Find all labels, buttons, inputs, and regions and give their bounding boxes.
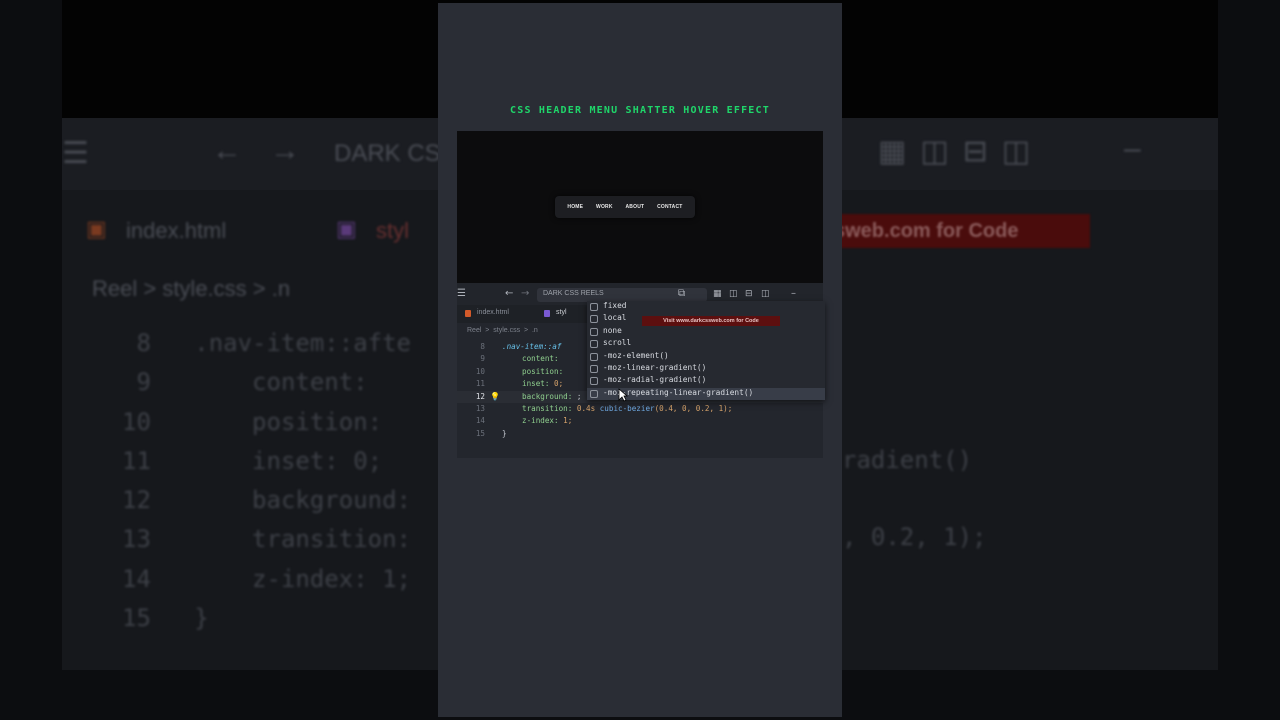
value-icon	[590, 327, 598, 336]
autocomplete-label: none	[603, 325, 622, 335]
tab-style-css[interactable]: styl	[556, 309, 567, 316]
value-icon	[590, 315, 598, 324]
autocomplete-label: -moz-element()	[603, 350, 669, 360]
backdrop-search: DARK CS	[334, 140, 441, 167]
backdrop-code-right-2: , 0.2, 1);	[842, 523, 987, 551]
copilot-icon[interactable]: ⧉	[678, 288, 685, 300]
cursor-icon	[618, 388, 629, 402]
autocomplete-label: -moz-linear-gradient()	[603, 362, 707, 372]
value-icon	[590, 303, 598, 311]
lightbulb-icon[interactable]: 💡	[490, 391, 500, 403]
code-text: z-index: 1;	[522, 416, 573, 426]
html-file-icon	[465, 310, 471, 317]
reel-panel: CSS HEADER MENU SHATTER HOVER EFFECT HOM…	[438, 3, 842, 717]
forward-icon[interactable]: →	[521, 288, 529, 300]
code-text: position:	[522, 366, 564, 376]
menu-icon[interactable]: ☰	[457, 288, 466, 300]
layout-customize-icon[interactable]: ▦	[713, 288, 722, 300]
minimize-icon: –	[1124, 132, 1141, 165]
code-text: transition: 0.4s cubic-bezier(0.4, 0, 0.…	[522, 403, 733, 413]
autocomplete-item[interactable]: -moz-linear-gradient()	[587, 363, 825, 375]
toggle-panel-icon[interactable]: ⊟	[745, 288, 753, 300]
code-text: .nav-item::af	[502, 342, 562, 351]
reel-title: CSS HEADER MENU SHATTER HOVER EFFECT	[510, 105, 770, 116]
autocomplete-label: -moz-radial-gradient()	[603, 375, 707, 385]
backdrop-code: 8 .nav-item::afte 9 content: 10 position…	[122, 329, 411, 633]
backdrop-code-right-1: radient()	[842, 446, 973, 474]
layout-icons: ▦◫⊟◫	[878, 135, 1045, 168]
line-number: 12	[475, 391, 485, 401]
value-icon	[590, 364, 598, 373]
code-line[interactable]: 15}	[457, 428, 823, 440]
line-number: 11	[475, 379, 485, 389]
nav-contact[interactable]: CONTACT	[657, 204, 682, 210]
breadcrumb[interactable]: Reel > style.css > .n	[467, 327, 538, 334]
code-text: content:	[522, 354, 559, 364]
code-text: inset: 0;	[522, 379, 564, 389]
value-icon	[590, 340, 598, 349]
line-number: 10	[475, 366, 485, 376]
value-icon	[590, 377, 598, 386]
value-icon	[590, 352, 598, 361]
forward-icon: →	[270, 134, 300, 167]
toggle-sidebar-icon[interactable]: ◫	[729, 288, 738, 300]
line-number: 8	[480, 342, 485, 351]
line-number: 13	[475, 403, 485, 413]
toggle-secondary-icon[interactable]: ◫	[761, 288, 770, 300]
code-text: background: ;	[522, 391, 582, 401]
line-number: 14	[475, 416, 485, 426]
code-line[interactable]: 14 z-index: 1;	[457, 415, 823, 427]
backdrop-tab-style: styl	[376, 218, 409, 243]
line-number: 15	[475, 428, 485, 438]
code-text: }	[502, 428, 507, 438]
backdrop-tab-index: index.html	[126, 218, 227, 243]
menu-icon: ☰	[62, 137, 89, 170]
backdrop-breadcrumb: Reel > style.css > .n	[92, 276, 291, 301]
tab-index-html[interactable]: index.html	[477, 309, 509, 316]
minimize-icon[interactable]: –	[791, 288, 796, 300]
search-text: DARK CSS REELS	[543, 290, 604, 297]
nav-about[interactable]: ABOUT	[625, 204, 644, 210]
autocomplete-item[interactable]: -moz-radial-gradient()	[587, 375, 825, 387]
demo-preview: HOME WORK ABOUT CONTACT	[457, 131, 823, 283]
visit-banner: Visit www.darkcssweb.com for Code	[642, 316, 780, 326]
back-icon: ←	[212, 134, 242, 167]
demo-nav-menu: HOME WORK ABOUT CONTACT	[555, 196, 695, 218]
autocomplete-item[interactable]: none	[587, 326, 825, 338]
html-file-icon: ▣	[86, 216, 107, 241]
autocomplete-label: fixed	[603, 301, 627, 310]
code-editor: ☰ ← → DARK CSS REELS ⧉ ▦ ◫ ⊟ ◫ – index.h…	[457, 283, 825, 458]
css-file-icon	[544, 310, 550, 317]
css-file-icon: ▣	[336, 216, 357, 241]
autocomplete-item[interactable]: scroll	[587, 338, 825, 350]
line-number: 9	[480, 354, 485, 364]
backdrop-banner: sweb.com for Code	[826, 214, 1090, 248]
autocomplete-item[interactable]: -moz-element()	[587, 351, 825, 363]
code-line[interactable]: 13 transition: 0.4s cubic-bezier(0.4, 0, …	[457, 403, 823, 415]
nav-home[interactable]: HOME	[567, 204, 583, 210]
back-icon[interactable]: ←	[505, 288, 513, 300]
nav-work[interactable]: WORK	[596, 204, 613, 210]
autocomplete-label: scroll	[603, 338, 632, 348]
autocomplete-item[interactable]: fixed	[587, 301, 825, 313]
autocomplete-label: local	[603, 313, 627, 323]
value-icon	[590, 389, 598, 398]
